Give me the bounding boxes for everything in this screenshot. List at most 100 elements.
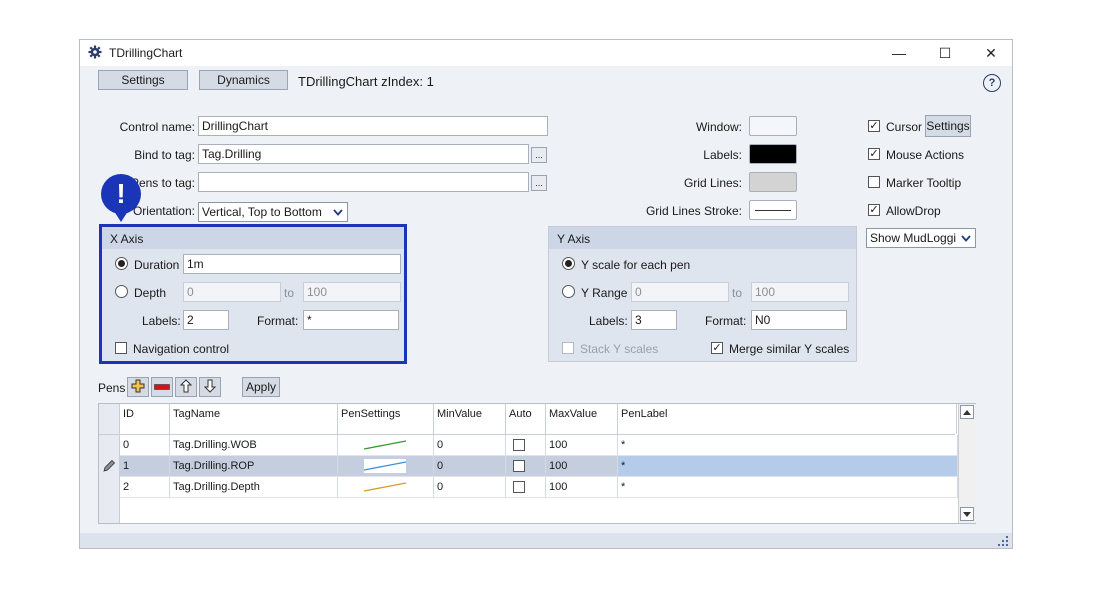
cell-pensettings[interactable]: [338, 456, 434, 477]
cell-pensettings[interactable]: [338, 477, 434, 498]
tdrillingchart-dialog: TDrillingChart — ☐ ✕ Settings Dynamics T…: [79, 39, 1013, 549]
y-format-label: Format:: [705, 314, 747, 328]
y-scale-each-radio[interactable]: [562, 257, 575, 270]
cursor-settings-button[interactable]: Settings: [925, 115, 971, 137]
mouse-actions-checkbox[interactable]: ✓: [868, 148, 880, 160]
arrow-up-icon: [179, 378, 193, 396]
pens-browse-button[interactable]: ...: [531, 175, 547, 191]
gridlines-color-label: Grid Lines:: [683, 176, 742, 190]
table-row-selected[interactable]: 1 Tag.Drilling.ROP 0 100 *: [120, 456, 958, 477]
cell-pensettings[interactable]: [338, 435, 434, 456]
scroll-down-icon[interactable]: [960, 507, 974, 521]
y-format-input[interactable]: N0: [751, 310, 847, 330]
column-header-maxvalue[interactable]: MaxValue: [546, 404, 618, 434]
cell-penlabel: *: [618, 435, 958, 456]
column-header-auto[interactable]: Auto: [506, 404, 546, 434]
pencil-icon: [102, 459, 116, 476]
cell-maxvalue: 100: [546, 456, 618, 477]
pens-to-tag-input[interactable]: [198, 172, 529, 192]
depth-to-input[interactable]: 100: [303, 282, 401, 302]
merge-y-scales-checkbox[interactable]: ✓: [711, 342, 723, 354]
table-row[interactable]: 0 Tag.Drilling.WOB 0 100 *: [120, 435, 958, 456]
x-format-input[interactable]: *: [303, 310, 399, 330]
status-bar: [80, 533, 1012, 548]
resize-grip-icon[interactable]: [992, 533, 1010, 550]
bind-to-tag-input[interactable]: Tag.Drilling: [198, 144, 529, 164]
labels-color-label: Labels:: [703, 148, 742, 162]
bind-to-tag-label: Bind to tag:: [134, 148, 195, 162]
bind-browse-button[interactable]: ...: [531, 147, 547, 163]
settings-tab-button[interactable]: Settings: [98, 70, 188, 90]
y-range-radio[interactable]: [562, 285, 575, 298]
scroll-up-icon[interactable]: [960, 405, 974, 419]
window-color-label: Window:: [695, 120, 742, 134]
merge-y-scales-label: Merge similar Y scales: [729, 342, 850, 356]
title-bar: TDrillingChart — ☐ ✕: [80, 40, 1012, 66]
minimize-button[interactable]: —: [876, 40, 922, 66]
gridlines-color-swatch[interactable]: [749, 172, 797, 192]
duration-input[interactable]: 1m: [183, 254, 401, 274]
cell-maxvalue: 100: [546, 477, 618, 498]
depth-from-input[interactable]: 0: [183, 282, 281, 302]
gridlines-stroke-swatch[interactable]: [749, 200, 797, 220]
control-name-input[interactable]: DrillingChart: [198, 116, 548, 136]
vertical-scrollbar[interactable]: [958, 404, 976, 523]
orientation-label: Orientation:: [132, 204, 195, 218]
cell-id: 1: [120, 456, 170, 477]
column-header-penlabel[interactable]: PenLabel: [618, 404, 957, 434]
help-icon[interactable]: ?: [983, 74, 1001, 92]
column-header-id[interactable]: ID: [120, 404, 170, 434]
navigation-control-checkbox[interactable]: [115, 342, 127, 354]
orientation-select[interactable]: Vertical, Top to Bottom: [198, 202, 348, 222]
cursor-checkbox[interactable]: ✓: [868, 120, 880, 132]
auto-checkbox[interactable]: [513, 481, 525, 493]
cell-auto[interactable]: [506, 435, 546, 456]
column-header-pensettings[interactable]: PenSettings: [338, 404, 434, 434]
window-title: TDrillingChart: [109, 46, 183, 60]
x-labels-input[interactable]: 2: [183, 310, 229, 330]
marker-tooltip-label: Marker Tooltip: [886, 176, 962, 190]
labels-color-swatch[interactable]: [749, 144, 797, 164]
allow-drop-checkbox[interactable]: ✓: [868, 204, 880, 216]
y-range-to-label: to: [732, 286, 743, 300]
auto-checkbox[interactable]: [513, 460, 525, 472]
chevron-down-icon: [959, 231, 973, 245]
auto-checkbox[interactable]: [513, 439, 525, 451]
move-down-button[interactable]: [199, 377, 221, 397]
depth-radio[interactable]: [115, 285, 128, 298]
plus-icon: [131, 379, 145, 396]
stack-y-scales-checkbox[interactable]: [562, 342, 574, 354]
orientation-value: Vertical, Top to Bottom: [202, 205, 322, 219]
duration-radio[interactable]: [115, 257, 128, 270]
y-axis-title: Y Axis: [557, 232, 591, 246]
window-color-swatch[interactable]: [749, 116, 797, 136]
column-header-minvalue[interactable]: MinValue: [434, 404, 506, 434]
y-range-to-input[interactable]: 100: [751, 282, 849, 302]
y-labels-input[interactable]: 3: [631, 310, 677, 330]
pens-label: Pens: [98, 381, 126, 395]
x-format-label: Format:: [257, 314, 299, 328]
maximize-button[interactable]: ☐: [922, 40, 968, 66]
apply-button[interactable]: Apply: [242, 377, 280, 397]
cell-auto[interactable]: [506, 456, 546, 477]
mouse-actions-label: Mouse Actions: [886, 148, 965, 162]
cell-penlabel[interactable]: *: [618, 456, 958, 477]
mudlog-select[interactable]: Show MudLoggi: [866, 228, 976, 248]
close-button[interactable]: ✕: [968, 40, 1014, 66]
move-up-button[interactable]: [175, 377, 197, 397]
table-row[interactable]: 2 Tag.Drilling.Depth 0 100 *: [120, 477, 958, 498]
add-pen-button[interactable]: [127, 377, 149, 397]
x-axis-title: X Axis: [110, 232, 144, 246]
y-axis-group: Y Axis Y scale for each pen Y Range 0 to…: [548, 226, 857, 362]
x-axis-group: X Axis Duration 1m Depth 0 to 100 Labels…: [99, 224, 407, 364]
y-range-from-input[interactable]: 0: [631, 282, 729, 302]
y-axis-header: Y Axis: [549, 227, 856, 249]
depth-label: Depth: [134, 286, 167, 300]
cell-auto[interactable]: [506, 477, 546, 498]
column-header-tagname[interactable]: TagName: [170, 404, 338, 434]
marker-tooltip-checkbox[interactable]: [868, 176, 880, 188]
chevron-down-icon: [331, 205, 345, 219]
remove-pen-button[interactable]: [151, 377, 173, 397]
cell-tagname: Tag.Drilling.ROP: [170, 456, 338, 477]
dynamics-tab-button[interactable]: Dynamics: [199, 70, 288, 90]
